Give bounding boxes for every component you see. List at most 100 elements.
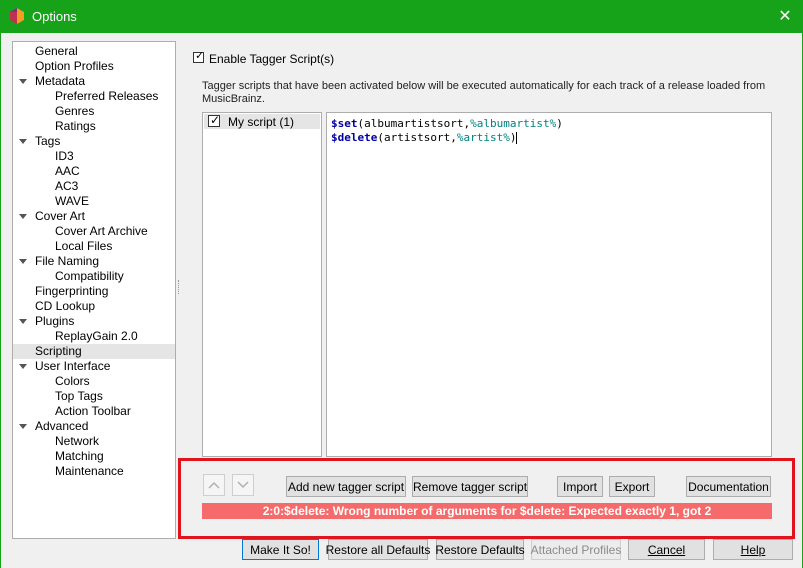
tree-item-label: Metadata bbox=[35, 74, 86, 88]
tree-item-label: ReplayGain 2.0 bbox=[55, 329, 138, 343]
expand-arrow-icon[interactable] bbox=[19, 79, 27, 84]
code-args: (albumartistsort, bbox=[357, 117, 471, 130]
picard-logo-icon bbox=[10, 8, 24, 24]
tree-item-label: AC3 bbox=[55, 179, 79, 193]
tree-item-label: AAC bbox=[55, 164, 80, 178]
attached-profiles-button[interactable]: Attached Profiles bbox=[531, 539, 621, 560]
tree-item-label: Network bbox=[55, 434, 100, 448]
tree-item-ratings[interactable]: Ratings bbox=[55, 119, 96, 134]
tree-item-label: Compatibility bbox=[55, 269, 124, 283]
tree-item-label: Ratings bbox=[55, 119, 96, 133]
checkmark-icon: ✓ bbox=[210, 113, 221, 127]
export-button[interactable]: Export bbox=[609, 476, 655, 497]
options-tree[interactable]: General Option Profiles Metadata Preferred … bbox=[12, 41, 176, 539]
remove-tagger-script-button[interactable]: Remove tagger script bbox=[412, 476, 528, 497]
tree-item-tags[interactable]: Tags bbox=[19, 134, 61, 149]
code-args: (artistsort, bbox=[377, 131, 457, 144]
documentation-button[interactable]: Documentation bbox=[686, 476, 771, 497]
close-button[interactable]: ✕ bbox=[771, 3, 799, 29]
code-variable: %artist% bbox=[456, 131, 510, 144]
enable-tagger-scripts-checkbox[interactable]: ✓ bbox=[193, 50, 205, 63]
tree-item-label: Fingerprinting bbox=[35, 284, 109, 298]
tree-item-general[interactable]: General bbox=[35, 44, 78, 59]
expand-arrow-icon[interactable] bbox=[19, 214, 27, 219]
tree-item-network[interactable]: Network bbox=[55, 434, 99, 449]
tree-item-label: Matching bbox=[55, 449, 104, 463]
tree-item-label: Advanced bbox=[35, 419, 89, 433]
tree-item-action-toolbar[interactable]: Action Toolbar bbox=[55, 404, 131, 419]
tree-item-label: File Naming bbox=[35, 254, 100, 268]
tree-item-label: General bbox=[35, 44, 78, 58]
checkmark-icon: ✓ bbox=[195, 50, 205, 62]
tree-item-plugins[interactable]: Plugins bbox=[19, 314, 75, 329]
tree-item-label: Local Files bbox=[55, 239, 113, 253]
close-icon: ✕ bbox=[778, 8, 792, 25]
tree-item-maintenance[interactable]: Maintenance bbox=[55, 464, 124, 479]
tree-item-fingerprinting[interactable]: Fingerprinting bbox=[35, 284, 108, 299]
splitter-handle[interactable] bbox=[178, 280, 181, 294]
tree-item-label: Action Toolbar bbox=[55, 404, 131, 418]
tree-item-label: ID3 bbox=[55, 149, 74, 163]
tree-item-genres[interactable]: Genres bbox=[55, 104, 94, 119]
tree-item-aac[interactable]: AAC bbox=[55, 164, 80, 179]
tree-item-metadata[interactable]: Metadata bbox=[19, 74, 86, 89]
expand-arrow-icon[interactable] bbox=[19, 424, 27, 429]
tree-item-label: Colors bbox=[55, 374, 90, 388]
script-list[interactable]: ✓ My script (1) bbox=[202, 112, 322, 457]
tree-item-label: Maintenance bbox=[55, 464, 124, 478]
tree-item-label: Cover Art bbox=[35, 209, 86, 223]
expand-arrow-icon[interactable] bbox=[19, 319, 27, 324]
tree-item-replaygain-2-0[interactable]: ReplayGain 2.0 bbox=[55, 329, 138, 344]
enable-tagger-scripts-label: Enable Tagger Script(s) bbox=[209, 52, 335, 66]
script-list-item[interactable]: ✓ My script (1) bbox=[204, 114, 320, 129]
add-tagger-script-button[interactable]: Add new tagger script bbox=[286, 476, 406, 497]
tree-item-compatibility[interactable]: Compatibility bbox=[55, 269, 124, 284]
tree-item-cd-lookup[interactable]: CD Lookup bbox=[35, 299, 95, 314]
expand-arrow-icon[interactable] bbox=[19, 259, 27, 264]
tree-item-user-interface[interactable]: User Interface bbox=[19, 359, 111, 374]
code-line-1: $set(albumartistsort,%albumartist%) bbox=[331, 117, 563, 130]
tree-item-option-profiles[interactable]: Option Profiles bbox=[35, 59, 114, 74]
tree-item-label: User Interface bbox=[35, 359, 111, 373]
restore-all-defaults-button[interactable]: Restore all Defaults bbox=[326, 539, 430, 560]
window-title: Options bbox=[32, 9, 77, 24]
help-button[interactable]: Help bbox=[713, 539, 793, 560]
tree-item-label: Scripting bbox=[35, 344, 82, 358]
tree-item-local-files[interactable]: Local Files bbox=[55, 239, 112, 254]
tree-item-cover-art-archive[interactable]: Cover Art Archive bbox=[55, 224, 148, 239]
make-it-so-button[interactable]: Make It So! bbox=[242, 539, 319, 560]
cancel-label: Cancel bbox=[647, 542, 686, 557]
tree-item-wave[interactable]: WAVE bbox=[55, 194, 89, 209]
help-label: Help bbox=[740, 542, 766, 557]
cancel-button[interactable]: Cancel bbox=[628, 539, 705, 560]
tree-item-label: Genres bbox=[55, 104, 95, 118]
tree-item-top-tags[interactable]: Top Tags bbox=[55, 389, 103, 404]
tree-item-id3[interactable]: ID3 bbox=[55, 149, 74, 164]
title-bar[interactable]: Options ✕ bbox=[0, 0, 803, 33]
tree-item-ac3[interactable]: AC3 bbox=[55, 179, 78, 194]
expand-arrow-icon[interactable] bbox=[19, 139, 27, 144]
script-editor[interactable]: $set(albumartistsort,%albumartist%) $del… bbox=[326, 112, 772, 457]
tree-item-label: Tags bbox=[35, 134, 61, 148]
tree-item-cover-art[interactable]: Cover Art bbox=[19, 209, 86, 224]
tree-item-colors[interactable]: Colors bbox=[55, 374, 90, 389]
code-variable: %albumartist% bbox=[470, 117, 557, 130]
code-function: $set bbox=[331, 117, 358, 130]
text-caret bbox=[516, 132, 518, 144]
move-up-button[interactable] bbox=[203, 474, 225, 496]
script-enabled-checkbox[interactable]: ✓ bbox=[208, 113, 221, 127]
tree-item-scripting[interactable]: Scripting bbox=[13, 344, 175, 359]
expand-arrow-icon[interactable] bbox=[19, 364, 27, 369]
move-down-button[interactable] bbox=[232, 474, 254, 496]
tree-item-matching[interactable]: Matching bbox=[55, 449, 104, 464]
script-error-message: 2:0:$delete: Wrong number of arguments f… bbox=[202, 503, 772, 519]
tree-item-preferred-releases[interactable]: Preferred Releases bbox=[55, 89, 158, 104]
chevron-up-icon bbox=[208, 481, 220, 489]
restore-defaults-button[interactable]: Restore Defaults bbox=[435, 539, 525, 560]
tree-item-file-naming[interactable]: File Naming bbox=[19, 254, 100, 269]
tree-item-label: Plugins bbox=[35, 314, 75, 328]
tree-item-advanced[interactable]: Advanced bbox=[19, 419, 89, 434]
code-line-2: $delete(artistsort,%artist%) bbox=[331, 131, 518, 144]
import-button[interactable]: Import bbox=[557, 476, 603, 497]
tree-item-label: Option Profiles bbox=[35, 59, 114, 73]
